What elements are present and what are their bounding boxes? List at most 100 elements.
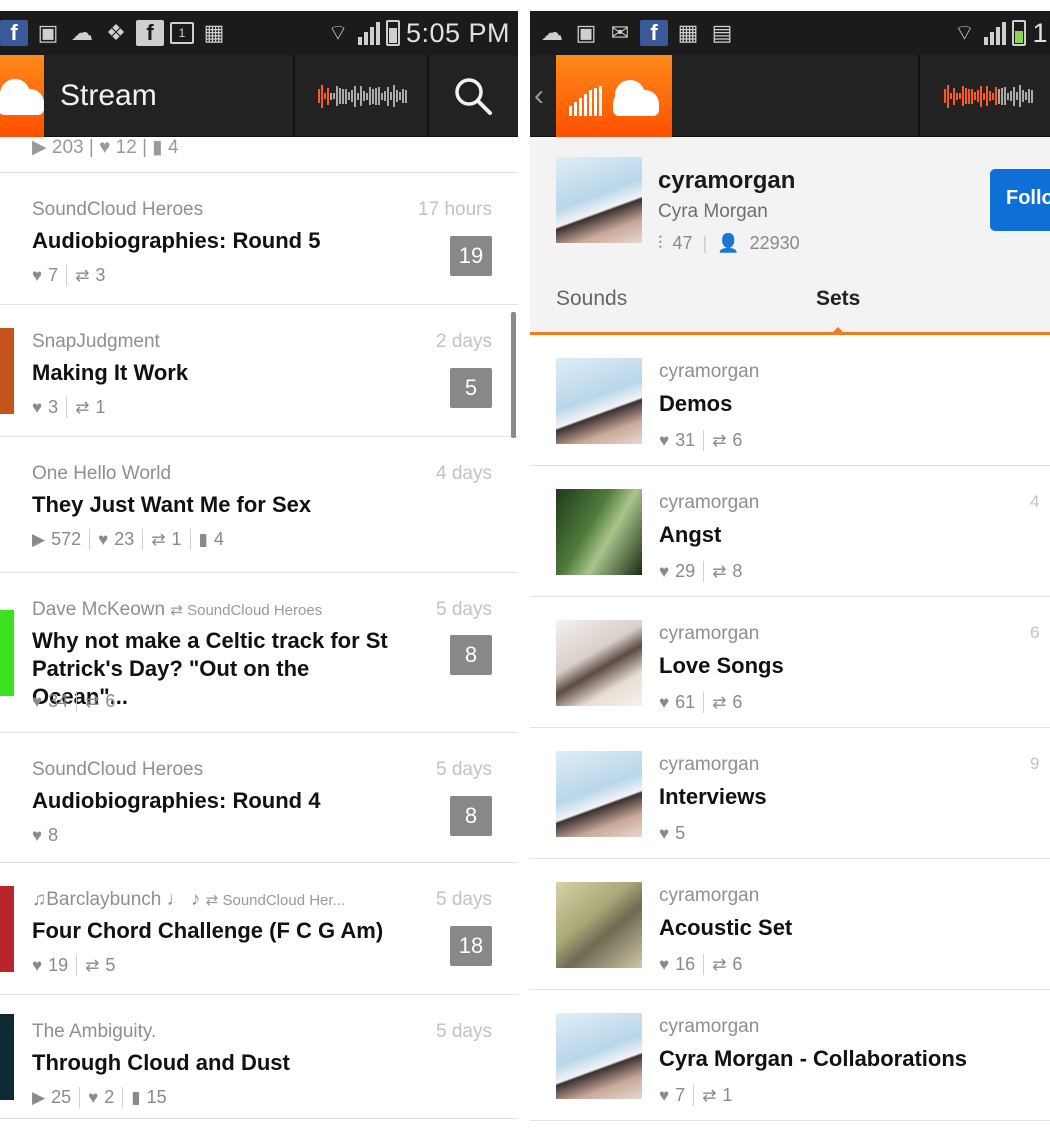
set-item[interactable]: cyramorgan Angst ♥ 29 ⇄ 8 4: [530, 466, 1050, 597]
repost-icon: ⇄: [712, 561, 727, 581]
stream-item[interactable]: SoundCloud Heroes 17 hours Audiobiographie…: [0, 173, 518, 305]
repost-icon: ⇄: [702, 1085, 717, 1105]
set-user: cyramorgan: [659, 492, 760, 513]
calendar-icon: 1: [170, 22, 194, 44]
artwork-thumbnail: [0, 610, 14, 696]
plays-count: 572: [51, 529, 82, 549]
now-playing-waveform[interactable]: [318, 83, 407, 109]
set-stats: ♥ 5: [659, 823, 685, 844]
set-stats: ♥ 61 ⇄ 6: [659, 692, 742, 713]
track-time: 17 hours: [418, 199, 492, 220]
artwork-thumbnail: [0, 196, 14, 282]
repost-icon: ⇄: [712, 954, 727, 974]
status-bar: ☁ ▣ ✉ f ▦ ▤ ⌔ 1:: [530, 11, 1050, 55]
tracks-icon: ⫶: [658, 233, 663, 253]
stream-item[interactable]: The Ambiguity. 5 days Through Cloud and Du…: [0, 995, 518, 1119]
stream-item[interactable]: One Hello World 4 days They Just Want Me f…: [0, 437, 518, 573]
track-stats: ▶ 572 ♥ 23 ⇄ 1 ▮ 4: [32, 529, 224, 550]
play-icon: ▶: [32, 529, 46, 549]
signal-icon: [984, 21, 1007, 45]
reposts-count: 3: [95, 265, 106, 285]
repost-icon: ⇄: [151, 529, 166, 549]
set-user: cyramorgan: [659, 754, 760, 775]
set-track-count: 9: [1030, 754, 1040, 773]
set-artwork: [556, 489, 642, 575]
sets-list[interactable]: cyramorgan Demos ♥ 31 ⇄ 6 cyramorgan Angst ♥ 29 ⇄ 8…: [530, 335, 1050, 1121]
comment-count-badge[interactable]: 8: [450, 796, 492, 836]
set-item[interactable]: cyramorgan Interviews ♥ 5 9: [530, 728, 1050, 859]
reposts-count: 1: [722, 1085, 733, 1105]
tab-sets[interactable]: Sets: [816, 287, 860, 311]
calendar-icon: ▦: [677, 20, 699, 45]
soundcloud-logo[interactable]: [0, 55, 44, 137]
heart-icon: ♥: [659, 692, 670, 712]
mail-icon: ✉: [610, 20, 630, 45]
stream-item[interactable]: Dave McKeown ⇄ SoundCloud Heroes 5 days Wh…: [0, 573, 518, 733]
avatar[interactable]: [556, 157, 642, 243]
store-icon: ▦: [203, 20, 225, 45]
scrollbar[interactable]: [511, 312, 516, 438]
set-title: Cyra Morgan - Collaborations: [659, 1046, 968, 1071]
soundcloud-logo[interactable]: [556, 55, 672, 137]
list-item[interactable]: ▶ 203 | ♥ 12 | ▮ 4: [0, 137, 518, 173]
set-item[interactable]: cyramorgan Demos ♥ 31 ⇄ 6: [530, 335, 1050, 466]
likes-count: 16: [675, 954, 696, 974]
set-title: Acoustic Set: [659, 915, 793, 940]
track-stats: ♥ 34 ⇄ 6: [32, 691, 115, 712]
track-time: 5 days: [436, 599, 492, 620]
set-stats: ♥ 7 ⇄ 1: [659, 1085, 732, 1106]
action-bar: ‹: [530, 55, 1050, 137]
wifi-icon: ⌔: [327, 20, 349, 45]
track-time: 5 days: [436, 889, 492, 910]
repost-icon: ⇄: [712, 430, 727, 450]
dropbox-icon: ❖: [106, 20, 126, 45]
track-user: SoundCloud Heroes: [32, 199, 204, 220]
artwork-thumbnail: [0, 328, 14, 414]
track-time: 5 days: [436, 759, 492, 780]
comment-count-badge[interactable]: 5: [450, 368, 492, 408]
set-stats: ♥ 16 ⇄ 6: [659, 954, 742, 975]
follow-button[interactable]: Follo: [990, 169, 1050, 231]
likes-count: 19: [48, 955, 69, 975]
comment-icon: ▮: [198, 529, 208, 549]
set-title: Angst: [659, 522, 722, 547]
cloud-icon: ☁: [71, 20, 93, 45]
profile-fullname: Cyra Morgan: [658, 201, 768, 222]
comment-count-badge[interactable]: 8: [450, 635, 492, 675]
track-user: SoundCloud Heroes: [32, 759, 204, 780]
set-artwork: [556, 751, 642, 837]
repost-icon: ⇄: [75, 397, 90, 417]
set-item[interactable]: cyramorgan Cyra Morgan - Collaborations ♥ 7…: [530, 990, 1050, 1121]
heart-icon: ♥: [32, 265, 43, 285]
set-stats: ♥ 31 ⇄ 6: [659, 430, 742, 451]
comment-count-badge[interactable]: 18: [450, 926, 492, 966]
tracks-count: 47: [672, 233, 693, 253]
heart-icon: ♥: [659, 823, 670, 843]
heart-icon: ♥: [659, 954, 670, 974]
repost-icon: ⇄: [85, 691, 100, 711]
set-track-count: 6: [1030, 623, 1040, 642]
search-button[interactable]: [428, 55, 518, 137]
now-playing-waveform[interactable]: [944, 83, 1033, 109]
tab-sounds[interactable]: Sounds: [556, 287, 627, 311]
set-item[interactable]: cyramorgan Love Songs ♥ 61 ⇄ 6 6: [530, 597, 1050, 728]
stream-item[interactable]: ♫Barclaybunch ♩ ♪ ⇄ SoundCloud Her... 5 d…: [0, 863, 518, 995]
battery-icon: [385, 20, 400, 46]
track-stats: ♥ 7 ⇄ 3: [32, 265, 105, 286]
track-user: ♫Barclaybunch ♩ ♪ ⇄ SoundCloud Her...: [32, 889, 346, 910]
reposts-count: 6: [105, 691, 116, 711]
battery-icon: [1012, 20, 1027, 46]
stream-item[interactable]: SoundCloud Heroes 5 days Audiobiographies:…: [0, 733, 518, 863]
back-icon[interactable]: ‹: [534, 79, 544, 113]
stream-list[interactable]: ▶ 203 | ♥ 12 | ▮ 4 SoundCloud Heroes 17 h…: [0, 137, 518, 1119]
set-artwork: [556, 1013, 642, 1099]
set-item[interactable]: cyramorgan Acoustic Set ♥ 16 ⇄ 6: [530, 859, 1050, 990]
status-bar: f ▣ ☁ ❖ f 1 ▦ ⌔ 5:05 PM: [0, 11, 518, 55]
set-title: Demos: [659, 391, 733, 416]
comment-count-badge[interactable]: 19: [450, 236, 492, 276]
set-title: Love Songs: [659, 653, 784, 678]
stream-item[interactable]: SnapJudgment 2 days Making It Work ♥ 3 ⇄ 1 5: [0, 305, 518, 437]
reposts-count: 6: [732, 692, 743, 712]
gallery-icon: ▣: [575, 20, 597, 45]
likes-count: 29: [675, 561, 696, 581]
